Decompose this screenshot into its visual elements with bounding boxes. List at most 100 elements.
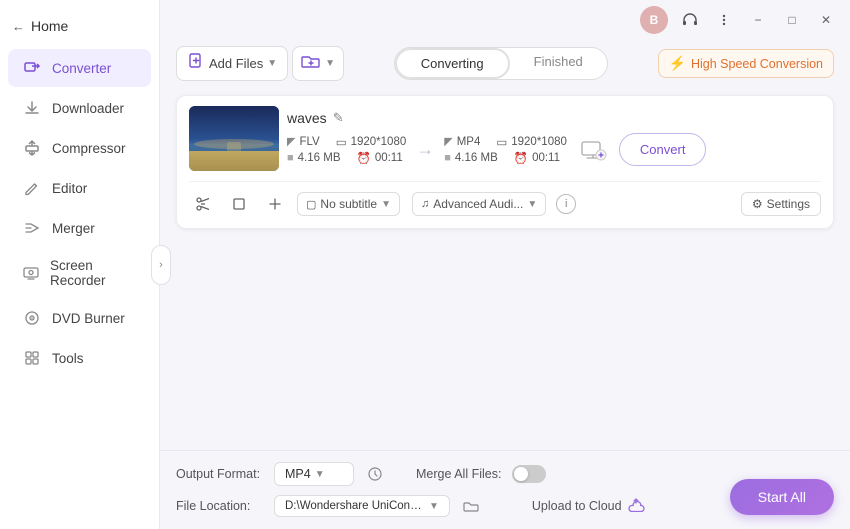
sidebar-item-downloader-label: Downloader xyxy=(52,101,124,116)
source-duration: 00:11 xyxy=(375,152,403,164)
settings-label: Settings xyxy=(767,197,810,211)
menu-icon[interactable] xyxy=(712,8,736,32)
sidebar-item-editor-label: Editor xyxy=(52,181,87,196)
sidebar-item-dvd-burner-label: DVD Burner xyxy=(52,311,125,326)
sidebar-item-editor[interactable]: Editor xyxy=(8,169,151,207)
high-speed-conversion[interactable]: ⚡ High Speed Conversion xyxy=(658,49,834,78)
source-format: FLV xyxy=(299,136,319,148)
main-area: B − □ ✕ xyxy=(160,0,850,529)
home-label: Home xyxy=(31,18,68,34)
merger-icon xyxy=(22,218,42,238)
target-file-icon: ◤ xyxy=(444,135,452,148)
headphone-icon[interactable] xyxy=(678,8,702,32)
upload-cloud-area[interactable]: Upload to Cloud xyxy=(512,496,646,516)
target-duration: 00:11 xyxy=(532,152,560,164)
source-clock-icon: ⏰ xyxy=(356,151,370,165)
output-format-select[interactable]: MP4 ▼ xyxy=(274,462,354,486)
target-format-block: ◤ MP4 ▭ 1920*1080 ■ 4.16 MB ⏰ 00:11 xyxy=(444,135,567,165)
toggle-knob xyxy=(514,467,528,481)
sidebar-item-downloader[interactable]: Downloader xyxy=(8,89,151,127)
titlebar: B − □ ✕ xyxy=(160,0,850,40)
subtitle-label: No subtitle xyxy=(320,197,377,211)
add-folder-chevron: ▼ xyxy=(325,58,335,69)
edit-filename-icon[interactable]: ✎ xyxy=(333,110,344,126)
start-all-button[interactable]: Start All xyxy=(730,479,834,515)
format-settings-icon[interactable] xyxy=(362,461,388,487)
output-format-label: Output Format: xyxy=(176,467,266,481)
effects-icon[interactable] xyxy=(261,190,289,218)
target-res-icon: ▭ xyxy=(496,135,507,149)
sidebar-item-screen-recorder-label: Screen Recorder xyxy=(50,258,137,288)
add-files-chevron: ▼ xyxy=(267,58,277,69)
sidebar-item-merger[interactable]: Merger xyxy=(8,209,151,247)
avatar: B xyxy=(640,6,668,34)
upload-cloud-label: Upload to Cloud xyxy=(532,499,622,513)
file-card-header: waves ✎ ◤ FLV ▭ 1920*1080 xyxy=(189,106,821,171)
content-area: waves ✎ ◤ FLV ▭ 1920*1080 xyxy=(160,87,850,450)
format-conversion-row: ◤ FLV ▭ 1920*1080 ■ 4.16 MB ⏰ 00:11 xyxy=(287,132,821,168)
location-chevron: ▼ xyxy=(429,501,439,512)
scissors-icon[interactable] xyxy=(189,190,217,218)
audio-icon: ♫ xyxy=(421,198,429,210)
file-info: waves ✎ ◤ FLV ▭ 1920*1080 xyxy=(287,110,821,168)
target-resolution: 1920*1080 xyxy=(511,136,567,148)
audio-chevron: ▼ xyxy=(527,199,537,210)
output-format-chevron: ▼ xyxy=(315,469,325,480)
merge-all-label: Merge All Files: xyxy=(416,467,506,481)
file-location-label: File Location: xyxy=(176,499,266,513)
sidebar-home[interactable]: ← Home xyxy=(0,10,159,48)
file-thumbnail xyxy=(189,106,279,171)
source-size: 4.16 MB xyxy=(298,152,341,164)
crop-icon[interactable] xyxy=(225,190,253,218)
source-res-icon: ▭ xyxy=(336,135,347,149)
file-name-row: waves ✎ xyxy=(287,110,821,126)
tab-converting[interactable]: Converting xyxy=(395,48,510,79)
file-location-select[interactable]: D:\Wondershare UniConverter 1 ▼ xyxy=(274,495,450,517)
merge-all-toggle[interactable] xyxy=(512,465,546,483)
add-files-group: Add Files ▼ ▼ xyxy=(176,46,344,81)
subtitle-icon: ▢ xyxy=(306,198,316,211)
target-folder-icon: ■ xyxy=(444,152,451,164)
dvd-burner-icon xyxy=(22,308,42,328)
output-device-icon xyxy=(575,132,611,168)
sidebar-item-compressor-label: Compressor xyxy=(52,141,126,156)
merge-all-toggle-area: Merge All Files: xyxy=(416,465,546,483)
editor-icon xyxy=(22,178,42,198)
sidebar-item-tools[interactable]: Tools xyxy=(8,339,151,377)
close-icon[interactable]: ✕ xyxy=(814,8,838,32)
target-format: MP4 xyxy=(457,136,481,148)
sidebar-collapse-button[interactable]: › xyxy=(151,245,171,285)
toolbar: Add Files ▼ ▼ Converting Finished ⚡ xyxy=(160,40,850,87)
arrow-right-icon: → xyxy=(410,139,440,160)
tab-switcher: Converting Finished xyxy=(352,47,650,80)
subtitle-select[interactable]: ▢ No subtitle ▼ xyxy=(297,192,400,216)
sidebar-item-dvd-burner[interactable]: DVD Burner xyxy=(8,299,151,337)
settings-button[interactable]: ⚙ Settings xyxy=(741,192,821,216)
maximize-icon[interactable]: □ xyxy=(780,8,804,32)
add-folder-icon xyxy=(301,52,321,75)
tools-icon xyxy=(22,348,42,368)
source-format-block: ◤ FLV ▭ 1920*1080 ■ 4.16 MB ⏰ 00:11 xyxy=(287,135,406,165)
sidebar-item-tools-label: Tools xyxy=(52,351,84,366)
sidebar-item-merger-label: Merger xyxy=(52,221,95,236)
convert-button[interactable]: Convert xyxy=(619,133,707,166)
sidebar: ← Home Converter Downloader xyxy=(0,0,160,529)
upload-cloud-icon xyxy=(626,496,646,516)
sidebar-item-converter[interactable]: Converter xyxy=(8,49,151,87)
converter-icon xyxy=(22,58,42,78)
sidebar-item-screen-recorder[interactable]: Screen Recorder xyxy=(8,249,151,297)
source-file-icon: ◤ xyxy=(287,135,295,148)
file-card-actions: ▢ No subtitle ▼ ♫ Advanced Audi... ▼ i ⚙… xyxy=(189,181,821,218)
add-files-button[interactable]: Add Files ▼ xyxy=(176,46,288,81)
open-folder-icon[interactable] xyxy=(458,493,484,519)
add-folder-button[interactable]: ▼ xyxy=(292,46,344,81)
file-card: waves ✎ ◤ FLV ▭ 1920*1080 xyxy=(176,95,834,229)
audio-select[interactable]: ♫ Advanced Audi... ▼ xyxy=(412,192,546,216)
minimize-icon[interactable]: − xyxy=(746,8,770,32)
info-icon[interactable]: i xyxy=(556,194,576,214)
tab-finished[interactable]: Finished xyxy=(510,48,607,79)
add-file-icon xyxy=(187,52,205,75)
settings-gear-icon: ⚙ xyxy=(752,197,763,211)
sidebar-item-compressor[interactable]: Compressor xyxy=(8,129,151,167)
target-clock-icon: ⏰ xyxy=(514,151,528,165)
